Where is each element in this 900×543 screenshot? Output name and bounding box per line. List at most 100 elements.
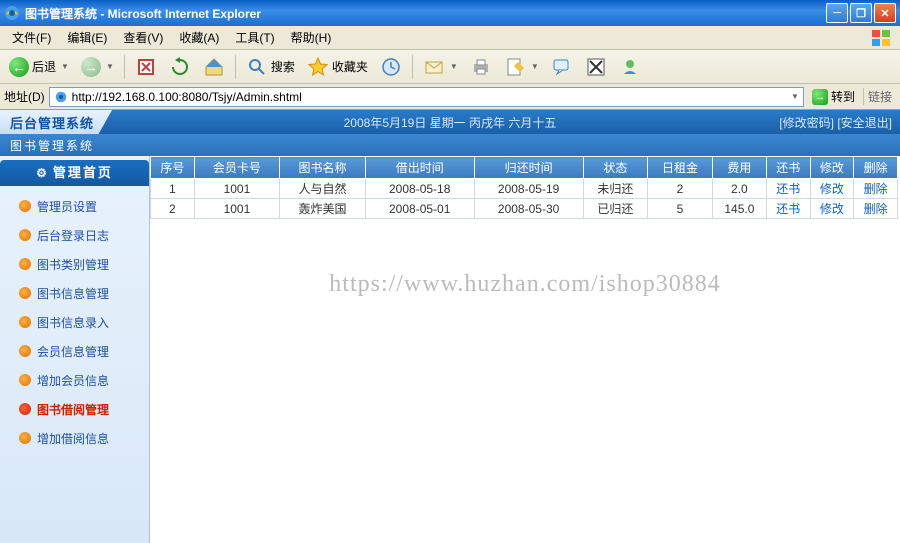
menubar: 文件(F) 编辑(E) 查看(V) 收藏(A) 工具(T) 帮助(H) xyxy=(0,26,900,50)
edit-link[interactable]: 修改 xyxy=(810,199,854,219)
page-icon xyxy=(54,90,68,104)
col-header-1: 会员卡号 xyxy=(194,157,280,179)
edit-icon xyxy=(504,56,526,78)
ie-icon xyxy=(4,5,20,21)
sidebar-item-2[interactable]: 图书类别管理 xyxy=(6,250,143,278)
maximize-button[interactable]: ❐ xyxy=(850,3,872,23)
url-text: http://192.168.0.100:8080/Tsjy/Admin.sht… xyxy=(72,90,302,104)
menu-help[interactable]: 帮助(H) xyxy=(283,27,340,48)
url-input[interactable]: http://192.168.0.100:8080/Tsjy/Admin.sht… xyxy=(49,87,804,107)
col-header-7: 费用 xyxy=(712,157,766,179)
stop-icon xyxy=(135,56,157,78)
stop-button[interactable] xyxy=(130,54,162,80)
sidebar-item-0[interactable]: 管理员设置 xyxy=(6,192,143,220)
delete-link[interactable]: 删除 xyxy=(854,179,898,199)
mail-button[interactable]: ▼ xyxy=(418,54,463,80)
forward-button[interactable]: → ▼ xyxy=(76,54,119,80)
search-label: 搜索 xyxy=(271,58,295,75)
refresh-button[interactable] xyxy=(164,54,196,80)
messenger-button[interactable] xyxy=(614,54,646,80)
cell: 2008-05-18 xyxy=(365,179,474,199)
refresh-icon xyxy=(169,56,191,78)
discuss-button[interactable] xyxy=(546,54,578,80)
search-icon xyxy=(246,56,268,78)
cell: 未归还 xyxy=(583,179,648,199)
home-icon xyxy=(203,56,225,78)
col-header-3: 借出时间 xyxy=(365,157,474,179)
cell: 1001 xyxy=(194,199,280,219)
block-icon xyxy=(585,56,607,78)
edit-button[interactable]: ▼ xyxy=(499,54,544,80)
logout-link[interactable]: [安全退出] xyxy=(837,116,892,130)
home-button[interactable] xyxy=(198,54,230,80)
chevron-down-icon[interactable]: ▼ xyxy=(791,92,799,101)
app-subtitle: 图书管理系统 xyxy=(0,134,900,156)
links-label[interactable]: 链接 xyxy=(863,88,896,105)
favorites-label: 收藏夹 xyxy=(332,58,368,75)
sidebar: 管理首页 管理员设置后台登录日志图书类别管理图书信息管理图书信息录入会员信息管理… xyxy=(0,156,150,543)
go-label: 转到 xyxy=(831,88,855,105)
chevron-down-icon: ▼ xyxy=(61,62,69,71)
sidebar-item-4[interactable]: 图书信息录入 xyxy=(6,308,143,336)
back-label: 后退 xyxy=(32,58,56,75)
mail-icon xyxy=(423,56,445,78)
discuss-icon xyxy=(551,56,573,78)
cell: 轰炸美国 xyxy=(280,199,366,219)
close-button[interactable]: ✕ xyxy=(874,3,896,23)
col-header-8: 还书 xyxy=(766,157,810,179)
forward-icon: → xyxy=(81,57,101,77)
col-header-10: 删除 xyxy=(854,157,898,179)
history-icon xyxy=(380,56,402,78)
watermark: https://www.huzhan.com/ishop30884 xyxy=(329,271,720,298)
return-link[interactable]: 还书 xyxy=(766,179,810,199)
sidebar-item-6[interactable]: 增加会员信息 xyxy=(6,366,143,394)
cell: 2 xyxy=(151,199,195,219)
system-name: 后台管理系统 xyxy=(0,110,112,134)
sidebar-item-3[interactable]: 图书信息管理 xyxy=(6,279,143,307)
app-header: 后台管理系统 2008年5月19日 星期一 丙戌年 六月十五 [修改密码] [安… xyxy=(0,110,900,134)
edit-link[interactable]: 修改 xyxy=(810,179,854,199)
col-header-9: 修改 xyxy=(810,157,854,179)
sidebar-item-1[interactable]: 后台登录日志 xyxy=(6,221,143,249)
back-icon: ← xyxy=(9,57,29,77)
sidebar-item-8[interactable]: 增加借阅信息 xyxy=(6,424,143,452)
history-button[interactable] xyxy=(375,54,407,80)
sidebar-item-5[interactable]: 会员信息管理 xyxy=(6,337,143,365)
go-button[interactable]: → 转到 xyxy=(808,88,859,105)
header-links: [修改密码] [安全退出] xyxy=(779,114,900,131)
cell: 2.0 xyxy=(712,179,766,199)
menu-file[interactable]: 文件(F) xyxy=(4,27,59,48)
favorites-button[interactable]: 收藏夹 xyxy=(302,54,373,80)
menu-favorites[interactable]: 收藏(A) xyxy=(171,27,227,48)
col-header-2: 图书名称 xyxy=(280,157,366,179)
print-button[interactable] xyxy=(465,54,497,80)
block-button[interactable] xyxy=(580,54,612,80)
chevron-down-icon: ▼ xyxy=(531,62,539,71)
cell: 2008-05-19 xyxy=(474,179,583,199)
cell: 已归还 xyxy=(583,199,648,219)
search-button[interactable]: 搜索 xyxy=(241,54,300,80)
cell: 1 xyxy=(151,179,195,199)
col-header-5: 状态 xyxy=(583,157,648,179)
change-password-link[interactable]: [修改密码] xyxy=(779,116,834,130)
print-icon xyxy=(470,56,492,78)
cell: 2008-05-30 xyxy=(474,199,583,219)
table-row: 21001轰炸美国2008-05-012008-05-30已归还5145.0还书… xyxy=(151,199,898,219)
sidebar-item-7[interactable]: 图书借阅管理 xyxy=(6,395,143,423)
minimize-button[interactable]: ─ xyxy=(826,3,848,23)
cell: 145.0 xyxy=(712,199,766,219)
menu-view[interactable]: 查看(V) xyxy=(115,27,171,48)
menu-edit[interactable]: 编辑(E) xyxy=(59,27,115,48)
content-area: 序号会员卡号图书名称借出时间归还时间状态日租金费用还书修改删除 11001人与自… xyxy=(150,156,900,543)
chevron-down-icon: ▼ xyxy=(106,62,114,71)
star-icon xyxy=(307,56,329,78)
sidebar-title[interactable]: 管理首页 xyxy=(0,160,149,186)
cell: 5 xyxy=(648,199,713,219)
borrow-table: 序号会员卡号图书名称借出时间归还时间状态日租金费用还书修改删除 11001人与自… xyxy=(150,156,898,219)
menu-tools[interactable]: 工具(T) xyxy=(227,27,282,48)
chevron-down-icon: ▼ xyxy=(450,62,458,71)
windows-logo-icon xyxy=(870,28,894,48)
return-link[interactable]: 还书 xyxy=(766,199,810,219)
back-button[interactable]: ← 后退 ▼ xyxy=(4,54,74,80)
delete-link[interactable]: 删除 xyxy=(854,199,898,219)
